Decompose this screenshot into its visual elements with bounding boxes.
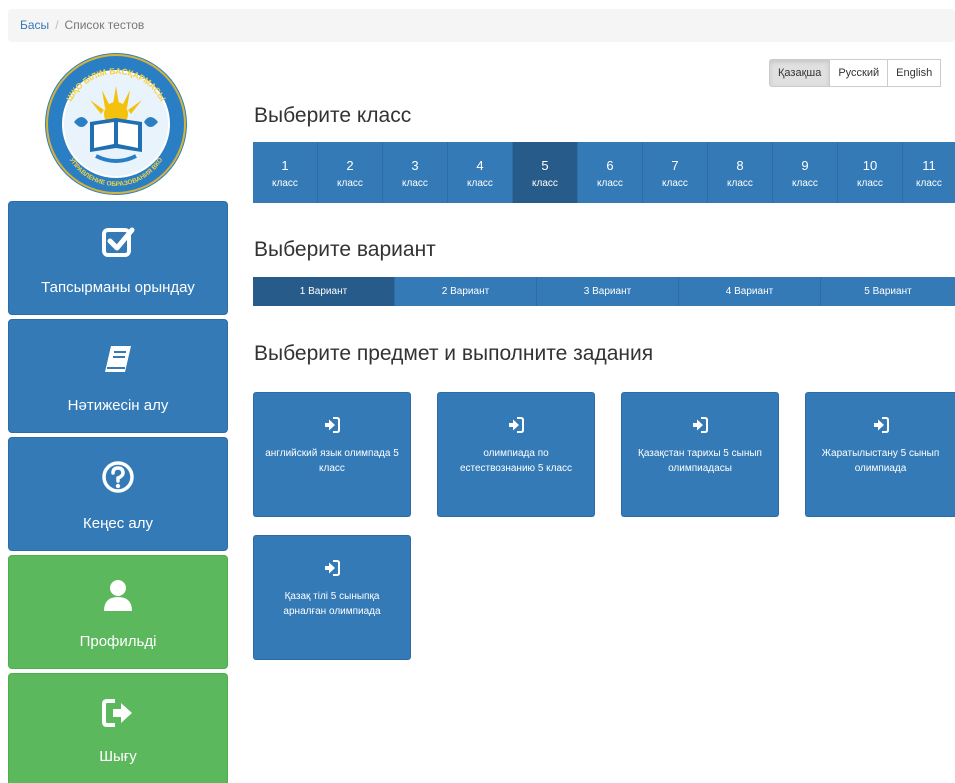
subject-card[interactable]: Жаратылыстану 5 сынып олимпиада [805, 392, 955, 517]
book-icon [9, 342, 227, 376]
language-switcher: Қазақша Русский English [769, 59, 942, 87]
class-button[interactable]: 1 класс [253, 142, 318, 203]
variant-button[interactable]: 4 Вариант [679, 277, 821, 306]
class-word: класс [792, 178, 818, 189]
breadcrumb-current: Список тестов [64, 18, 145, 32]
class-button[interactable]: 10 класс [838, 142, 903, 203]
select-subject-heading: Выберите предмет и выполните задания [254, 342, 654, 365]
class-word: класс [857, 178, 883, 189]
sidebar-item-advice[interactable]: Кеңес алу [8, 437, 228, 551]
question-circle-icon [9, 460, 227, 494]
class-number: 6 [606, 158, 614, 173]
class-number: 7 [671, 158, 679, 173]
subject-card[interactable]: английский язык олимпада 5 класс [253, 392, 411, 517]
sidebar-item-tasks[interactable]: Тапсырманы орындау [8, 201, 228, 315]
class-number: 8 [736, 158, 744, 173]
variant-button[interactable]: 5 Вариант [821, 277, 955, 306]
class-number: 11 [922, 158, 936, 173]
class-number: 3 [411, 158, 419, 173]
class-word: класс [337, 178, 363, 189]
class-word: класс [597, 178, 623, 189]
class-button[interactable]: 6 класс [578, 142, 643, 203]
sidebar-item-results[interactable]: Нәтижесін алу [8, 319, 228, 433]
sidebar-item-logout[interactable]: Шығу [8, 673, 228, 783]
subject-title: Қазақ тілі 5 сыныпқа арналған олимпиада [283, 591, 381, 617]
subject-card[interactable]: Қазақ тілі 5 сыныпқа арналған олимпиада [253, 535, 411, 660]
class-number: 4 [476, 158, 484, 173]
variant-button-selected[interactable]: 1 Вариант [253, 277, 395, 306]
user-icon [9, 578, 227, 612]
subject-title: английский язык олимпада 5 класс [265, 448, 399, 474]
class-number: 9 [801, 158, 809, 173]
class-word: класс [727, 178, 753, 189]
subject-card[interactable]: Қазақстан тарихы 5 сынып олимпиадасы [621, 392, 779, 517]
sign-in-icon [254, 417, 410, 433]
variant-selector: 1 Вариант 2 Вариант 3 Вариант 4 Вариант … [253, 277, 955, 306]
lang-russian-button[interactable]: Русский [829, 59, 889, 87]
class-button[interactable]: 8 класс [708, 142, 773, 203]
subject-title: олимпиада по естествознанию 5 класс [459, 448, 573, 474]
subject-title: Жаратылыстану 5 сынып олимпиада [821, 448, 940, 474]
class-word: класс [532, 178, 558, 189]
class-word: класс [916, 178, 942, 189]
education-department-logo: ШҚО БІЛІМ БАСҚАРМАСЫ УПРАВЛЕНИЕ ОБРАЗОВА… [44, 52, 188, 196]
class-button[interactable]: 2 класс [318, 142, 383, 203]
subject-title: Қазақстан тарихы 5 сынып олимпиадасы [638, 448, 762, 474]
class-number: 1 [281, 158, 289, 173]
breadcrumb-separator: / [55, 18, 59, 32]
sidebar-item-label: Кеңес алу [83, 515, 153, 532]
sign-out-icon [9, 696, 227, 730]
class-number: 2 [346, 158, 354, 173]
sign-in-icon [622, 417, 778, 433]
sidebar-item-label: Профильді [79, 633, 157, 650]
sidebar-item-label: Шығу [99, 748, 137, 765]
breadcrumb-home-link[interactable]: Басы [20, 18, 49, 32]
variant-button[interactable]: 2 Вариант [395, 277, 537, 306]
class-button[interactable]: 7 класс [643, 142, 708, 203]
class-button[interactable]: 11 класс [903, 142, 955, 203]
sidebar-item-label: Нәтижесін алу [67, 397, 169, 414]
class-button[interactable]: 9 класс [773, 142, 838, 203]
class-button[interactable]: 3 класс [383, 142, 448, 203]
breadcrumb: Басы / Список тестов [8, 9, 955, 42]
class-button[interactable]: 4 класс [448, 142, 513, 203]
class-selector: 1 класс 2 класс 3 класс 4 класс 5 класс 6 клас… [253, 142, 955, 203]
class-number: 5 [541, 158, 549, 173]
sign-in-icon [254, 560, 410, 576]
select-variant-heading: Выберите вариант [254, 238, 436, 261]
sign-in-icon [438, 417, 594, 433]
subject-card[interactable]: олимпиада по естествознанию 5 класс [437, 392, 595, 517]
class-number: 10 [862, 158, 878, 173]
class-button-selected[interactable]: 5 класс [513, 142, 578, 203]
class-word: класс [467, 178, 493, 189]
variant-button[interactable]: 3 Вариант [537, 277, 679, 306]
select-class-heading: Выберите класс [254, 104, 412, 127]
lang-english-button[interactable]: English [887, 59, 942, 87]
class-word: класс [402, 178, 428, 189]
sidebar-item-label: Тапсырманы орындау [41, 279, 195, 296]
sidebar-item-profile[interactable]: Профильді [8, 555, 228, 669]
lang-kazakh-button[interactable]: Қазақша [769, 59, 831, 87]
check-square-icon [9, 224, 227, 258]
class-word: класс [662, 178, 688, 189]
class-word: класс [272, 178, 298, 189]
sign-in-icon [806, 417, 955, 433]
